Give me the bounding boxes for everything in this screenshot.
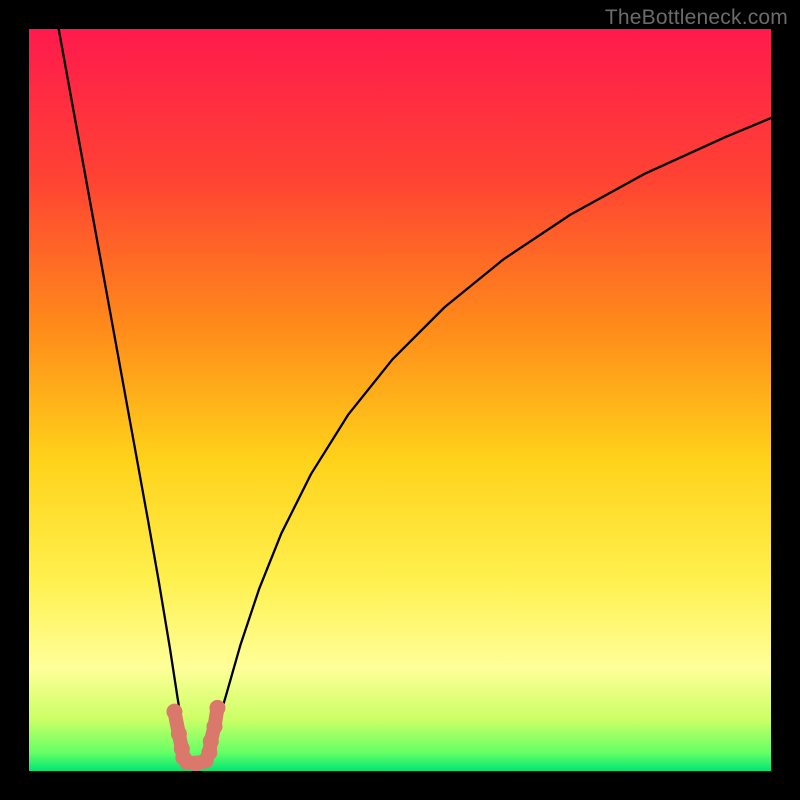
series-left-branch: [59, 29, 187, 756]
chart-curves: [29, 29, 771, 771]
valley-marker-dot: [166, 704, 182, 720]
watermark-text: TheBottleneck.com: [605, 6, 788, 30]
plot-area: [29, 29, 771, 771]
series-right-branch: [207, 118, 771, 756]
valley-marker-dot: [207, 718, 223, 734]
valley-marker-dot: [203, 733, 219, 749]
valley-marker-dot: [209, 700, 225, 716]
chart-frame: TheBottleneck.com: [0, 0, 800, 800]
valley-marker-dot: [171, 726, 187, 742]
